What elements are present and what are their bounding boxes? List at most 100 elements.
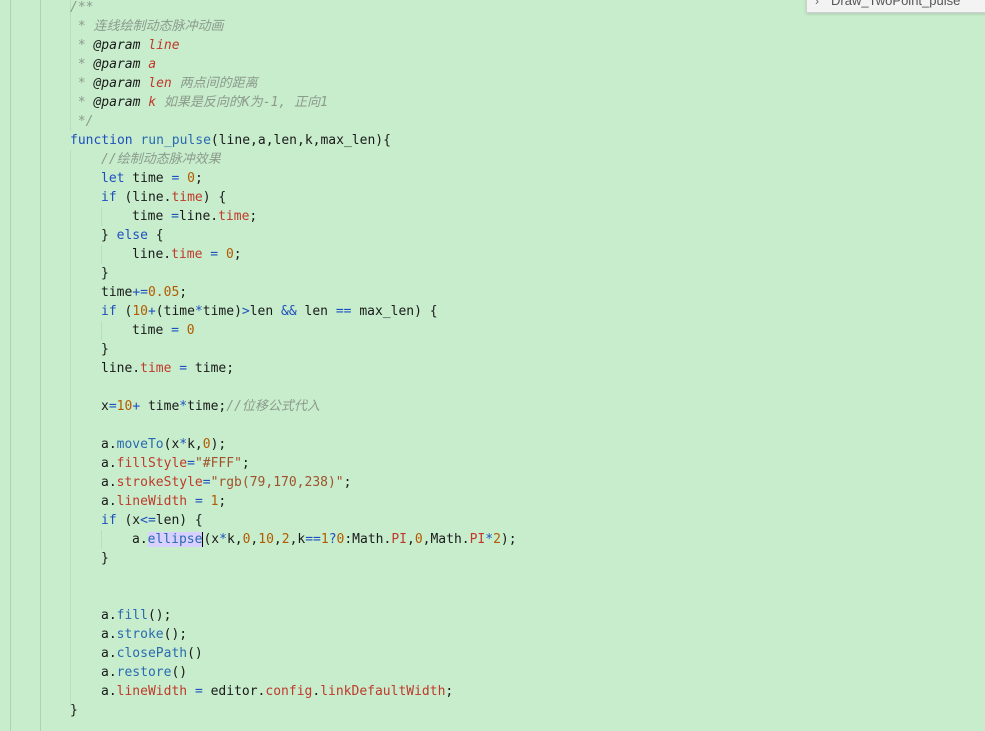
code-token: 0 xyxy=(225,247,234,262)
code-line[interactable]: a.lineWidth = 1; xyxy=(101,492,226,511)
code-line[interactable]: * 连线绘制动态脉冲动画 xyxy=(70,17,224,36)
code-token: k, xyxy=(226,532,243,547)
code-token: ) { xyxy=(202,190,227,205)
code-line[interactable]: function run_pulse(line,a,len,k,max_len)… xyxy=(70,131,391,150)
code-line[interactable]: a.lineWidth = editor.config.linkDefaultW… xyxy=(101,682,453,701)
code-token: line. xyxy=(178,209,219,224)
indent-guide xyxy=(101,530,102,549)
code-token: 2 xyxy=(281,532,290,547)
code-token: 0 xyxy=(186,323,195,338)
code-token: max_len) { xyxy=(351,304,438,319)
code-token: if xyxy=(101,190,117,205)
code-line[interactable]: } else { xyxy=(101,226,164,245)
code-token: () xyxy=(171,665,188,680)
code-token: time xyxy=(132,323,172,338)
code-token: x xyxy=(101,399,109,414)
code-token: */ xyxy=(70,114,94,129)
code-token: PI xyxy=(391,532,407,547)
code-token: * xyxy=(179,399,188,414)
code-token: 10 xyxy=(132,304,148,319)
code-token: ,k xyxy=(289,532,306,547)
code-token: ); xyxy=(500,532,517,547)
code-token: line. xyxy=(132,247,172,262)
code-token: editor. xyxy=(202,684,266,699)
code-token: a xyxy=(148,57,157,72)
code-token: lineWidth xyxy=(116,684,188,699)
code-line[interactable]: a.closePath() xyxy=(101,644,203,663)
code-token: //位移公式代入 xyxy=(226,399,320,414)
code-line[interactable]: * @param a xyxy=(70,55,156,74)
code-line[interactable]: line.time = 0; xyxy=(132,245,242,264)
code-line[interactable]: x=10+ time*time;//位移公式代入 xyxy=(101,397,320,416)
code-line[interactable]: */ xyxy=(70,112,94,131)
chevron-right-icon[interactable]: › xyxy=(815,0,819,8)
code-line[interactable]: a.restore() xyxy=(101,663,187,682)
file-tab[interactable]: › Draw_TwoPoint_pulse xyxy=(806,0,985,13)
code-token: if xyxy=(101,513,117,528)
code-token: ; xyxy=(249,209,258,224)
code-editor[interactable]: /** * 连线绘制动态脉冲动画 * @param line * @param … xyxy=(0,0,985,731)
code-line[interactable]: * @param line xyxy=(70,36,180,55)
code-token: (x xyxy=(203,532,220,547)
code-line[interactable]: } xyxy=(101,340,109,359)
code-token: ? xyxy=(328,532,337,547)
code-token: ; xyxy=(445,684,454,699)
code-token: len xyxy=(249,304,282,319)
code-token: = xyxy=(187,456,195,471)
code-token: 0 xyxy=(202,437,211,452)
code-token: 10 xyxy=(116,399,133,414)
code-token: len) { xyxy=(155,513,203,528)
code-token: = xyxy=(171,209,179,224)
code-token: 1 xyxy=(320,532,329,547)
code-token: = xyxy=(194,684,203,699)
code-token: } xyxy=(101,551,109,566)
code-token: closePath xyxy=(116,646,188,661)
code-token: = xyxy=(179,361,188,376)
code-line[interactable]: a.ellipse(x*k,0,10,2,k==1?0:Math.PI,0,Ma… xyxy=(132,530,517,549)
code-token: } xyxy=(101,228,117,243)
code-token: 0 xyxy=(414,532,423,547)
code-token: 0.05 xyxy=(147,285,180,300)
code-line[interactable]: * @param k 如果是反向的K为-1, 正向1 xyxy=(70,93,328,112)
code-line[interactable]: let time = 0; xyxy=(101,169,203,188)
code-line[interactable]: line.time = time; xyxy=(101,359,234,378)
code-token: ; xyxy=(241,456,250,471)
code-token: ellipse xyxy=(147,532,203,547)
code-token: (x xyxy=(116,513,141,528)
code-token: time xyxy=(101,285,133,300)
code-token: a. xyxy=(101,456,117,471)
code-token: stroke xyxy=(116,627,164,642)
code-line[interactable]: if (10+(time*time)>len && len == max_len… xyxy=(101,302,438,321)
code-line[interactable]: if (x<=len) { xyxy=(101,511,203,530)
code-token: ); xyxy=(210,437,227,452)
code-token: k, xyxy=(187,437,203,452)
code-token: + xyxy=(147,304,156,319)
code-token: ; xyxy=(194,171,203,186)
code-line[interactable]: * @param len 两点间的距离 xyxy=(70,74,258,93)
fold-gutter-border xyxy=(40,0,41,731)
code-line[interactable]: } xyxy=(70,701,78,720)
code-line[interactable]: a.fill(); xyxy=(101,606,171,625)
code-token: * xyxy=(70,38,94,53)
code-line[interactable]: time =line.time; xyxy=(132,207,257,226)
code-line[interactable]: } xyxy=(101,549,109,568)
code-line[interactable]: /** xyxy=(70,0,93,17)
code-line[interactable]: } xyxy=(101,264,109,283)
code-token: a. xyxy=(101,646,117,661)
code-line[interactable]: a.moveTo(x*k,0); xyxy=(101,435,226,454)
code-token: = xyxy=(171,323,179,338)
code-token: * xyxy=(70,76,94,91)
code-token: else xyxy=(116,228,148,243)
code-line[interactable]: //绘制动态脉冲效果 xyxy=(101,150,221,169)
code-line[interactable]: if (line.time) { xyxy=(101,188,226,207)
code-line[interactable]: a.stroke(); xyxy=(101,625,187,644)
code-token: , xyxy=(406,532,415,547)
code-line[interactable]: time+=0.05; xyxy=(101,283,187,302)
code-token: len xyxy=(148,76,172,91)
code-line[interactable]: a.strokeStyle="rgb(79,170,238)"; xyxy=(101,473,351,492)
code-token: ; xyxy=(343,475,352,490)
code-line[interactable]: a.fillStyle="#FFF"; xyxy=(101,454,250,473)
code-token: (time xyxy=(155,304,195,319)
code-line[interactable]: time = 0 xyxy=(132,321,195,340)
